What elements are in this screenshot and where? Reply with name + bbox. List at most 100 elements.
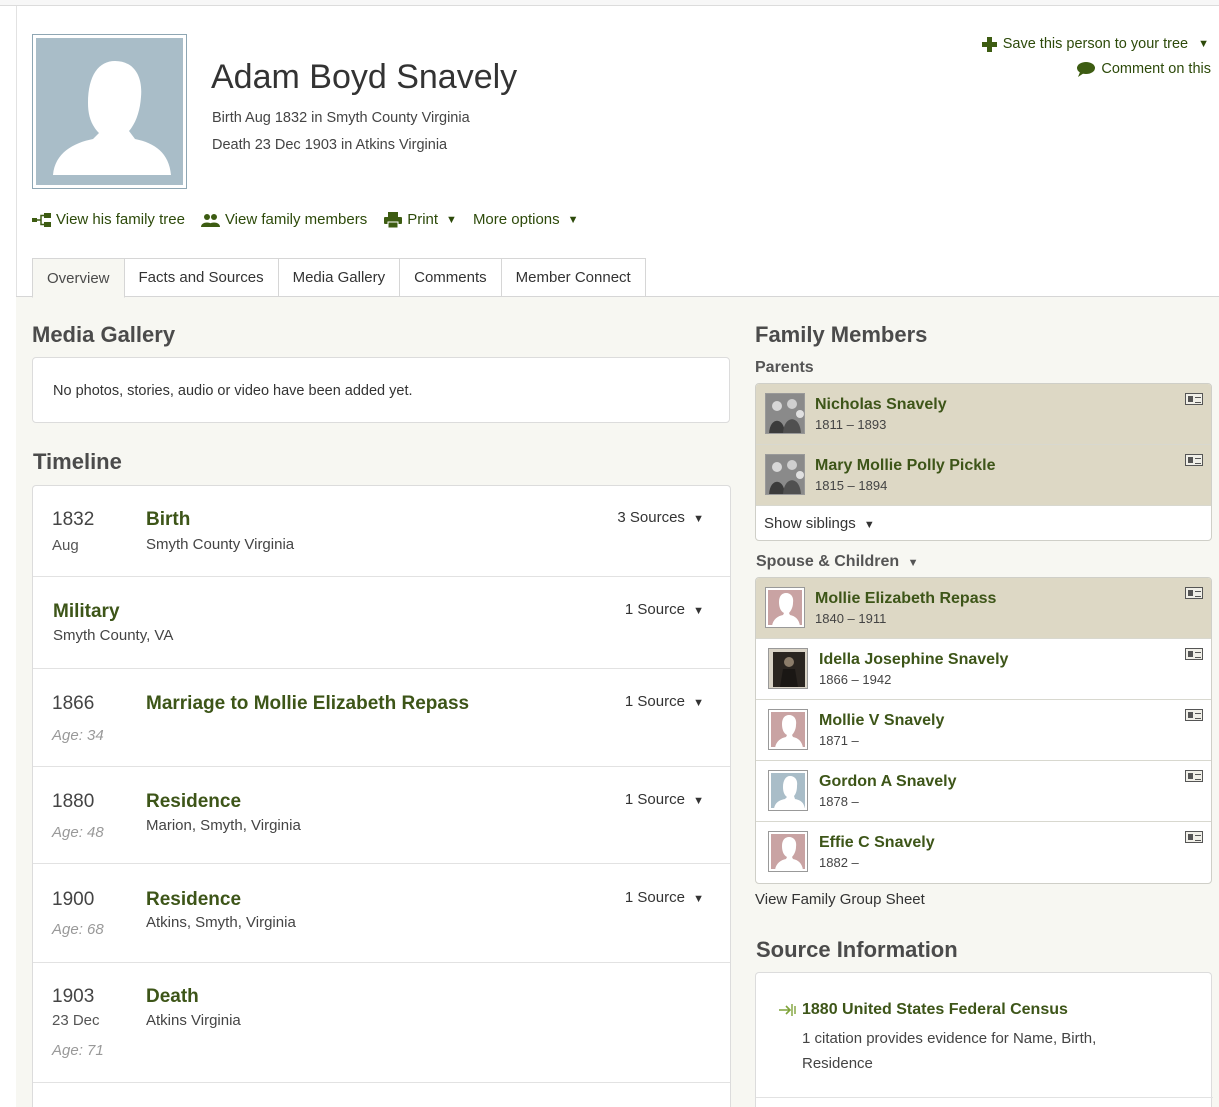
event-place: Smyth County Virginia (146, 536, 295, 553)
tab-comments[interactable]: Comments (400, 258, 502, 297)
profile-card-icon[interactable] (1185, 770, 1203, 782)
family-member-name[interactable]: Mary Mollie Polly Pickle (815, 457, 996, 475)
family-member-dates: 1871 – (819, 733, 859, 748)
family-member-row[interactable]: Gordon A Snavely 1878 – (756, 761, 1211, 822)
chevron-down-icon: ▼ (567, 213, 579, 226)
source-title: 1880 United States Federal Census (802, 1001, 1068, 1018)
event-sources-dropdown[interactable]: 1 Source ▼ (625, 791, 704, 808)
source-arrow-icon (779, 1004, 796, 1016)
timeline-row: 1880 Age: 48 Residence Marion, Smyth, Vi… (33, 767, 730, 864)
top-border (0, 0, 1219, 6)
tab-label: Facts and Sources (138, 269, 264, 286)
source-link[interactable]: 1880 United States Federal Census (778, 1001, 1068, 1019)
event-place: Atkins, Smyth, Virginia (146, 914, 296, 931)
photo-thumbnail (765, 587, 805, 628)
family-member-dates: 1840 – 1911 (815, 611, 887, 626)
family-member-name[interactable]: Idella Josephine Snavely (819, 651, 1008, 669)
portrait-photo-icon (769, 649, 807, 688)
family-member-row[interactable]: Mary Mollie Polly Pickle 1815 – 1894 (756, 445, 1211, 506)
photo-thumbnail (765, 454, 805, 495)
print-button[interactable]: Print ▼ (383, 211, 457, 228)
sources-label: 1 Source (624, 693, 685, 710)
event-sources-dropdown[interactable]: 3 Sources ▼ (617, 509, 704, 526)
sources-label: 3 Sources (617, 509, 685, 526)
event-age: Age: 68 (52, 921, 104, 938)
event-title[interactable]: Military (53, 601, 120, 623)
family-tree-icon (32, 212, 51, 227)
profile-card-icon[interactable] (1185, 648, 1203, 660)
tab-label: Media Gallery (292, 269, 386, 286)
person-birth: Birth Aug 1832 in Smyth County Virginia (212, 110, 470, 126)
tab-member-connect[interactable]: Member Connect (501, 258, 646, 297)
family-member-row[interactable]: Idella Josephine Snavely 1866 – 1942 (756, 639, 1211, 700)
more-options-button[interactable]: More options ▼ (473, 211, 579, 228)
tab-media-gallery[interactable]: Media Gallery (278, 258, 401, 297)
event-title[interactable]: Residence (146, 791, 241, 813)
timeline-row: 1832 Aug Birth Smyth County Virginia 3 S… (33, 486, 730, 577)
tab-facts-and-sources[interactable]: Facts and Sources (124, 258, 279, 297)
save-person-button[interactable]: Save this person to your tree ▼ (981, 36, 1209, 52)
family-members-icon (200, 213, 220, 227)
family-member-row[interactable]: Nicholas Snavely 1811 – 1893 (756, 384, 1211, 445)
view-family-members-link[interactable]: View family members (200, 211, 368, 228)
timeline-row: 1866 Age: 34 Marriage to Mollie Elizabet… (33, 669, 730, 767)
family-member-name[interactable]: Gordon A Snavely (819, 773, 957, 791)
event-title[interactable]: Birth (146, 509, 190, 531)
family-member-name[interactable]: Effie C Snavely (819, 834, 935, 852)
media-gallery-heading: Media Gallery (32, 322, 176, 347)
female-silhouette-icon (775, 715, 803, 748)
spouse-children-toggle[interactable]: Spouse & Children ▼ (756, 553, 918, 571)
view-family-group-sheet-link[interactable]: View Family Group Sheet (755, 891, 925, 908)
event-title[interactable]: Marriage to Mollie Elizabeth Repass (146, 693, 469, 715)
timeline-row: Military Smyth County, VA 1 Source ▼ (33, 577, 730, 669)
spouse-children-box: Mollie Elizabeth Repass 1840 – 1911 Idel… (755, 577, 1212, 884)
profile-card-icon[interactable] (1185, 454, 1203, 466)
media-empty-message: No photos, stories, audio or video have … (53, 383, 413, 399)
sources-label: 1 Source (624, 601, 685, 618)
person-avatar[interactable] (32, 34, 187, 189)
comment-button[interactable]: Comment on this (1076, 61, 1211, 77)
show-siblings-button[interactable]: Show siblings ▼ (764, 515, 875, 532)
event-title[interactable]: Death (146, 986, 199, 1008)
profile-card-icon[interactable] (1185, 587, 1203, 599)
family-member-name[interactable]: Mollie Elizabeth Repass (815, 590, 996, 608)
parents-box: Nicholas Snavely 1811 – 1893 Mary Mollie… (755, 383, 1212, 541)
event-year: 1832 (52, 509, 95, 530)
family-member-name[interactable]: Mollie V Snavely (819, 712, 944, 730)
event-sources-dropdown[interactable]: 1 Source ▼ (625, 889, 704, 906)
event-title[interactable]: Residence (146, 889, 241, 911)
tab-label: Comments (414, 269, 487, 286)
sources-label: 1 Source (624, 791, 685, 808)
female-silhouette-icon (775, 837, 803, 870)
spouse-children-label: Spouse & Children (756, 553, 900, 570)
chevron-down-icon: ▼ (693, 605, 704, 617)
event-age: Age: 48 (52, 824, 104, 841)
male-silhouette-icon (53, 61, 171, 175)
chevron-down-icon: ▼ (693, 697, 704, 709)
event-place: Smyth County, VA (53, 627, 174, 644)
source-description: 1 citation provides evidence for Name, B… (802, 1030, 1097, 1072)
chevron-down-icon: ▼ (446, 213, 457, 226)
female-silhouette-icon (772, 593, 800, 626)
family-member-row[interactable]: Effie C Snavely 1882 – (756, 822, 1211, 883)
view-family-tree-link[interactable]: View his family tree (32, 211, 185, 228)
family-member-row[interactable]: Mollie V Snavely 1871 – (756, 700, 1211, 761)
family-member-name[interactable]: Nicholas Snavely (815, 396, 947, 414)
photo-thumbnail (768, 648, 808, 689)
event-sources-dropdown[interactable]: 1 Source ▼ (625, 601, 704, 618)
tab-label: Overview (47, 269, 110, 287)
profile-card-icon[interactable] (1185, 709, 1203, 721)
family-member-row[interactable]: Mollie Elizabeth Repass 1840 – 1911 (756, 578, 1211, 639)
source-information-card: 1880 United States Federal Census 1 cita… (755, 972, 1213, 1107)
event-year: 1880 (52, 791, 95, 812)
view-family-members-label: View family members (224, 211, 368, 228)
show-siblings-label: Show siblings (764, 515, 856, 532)
family-member-dates: 1878 – (819, 794, 859, 809)
event-age: Age: 34 (52, 727, 104, 744)
tab-overview[interactable]: Overview (32, 258, 125, 298)
profile-card-icon[interactable] (1185, 831, 1203, 843)
chevron-down-icon: ▼ (693, 513, 704, 525)
event-sources-dropdown[interactable]: 1 Source ▼ (625, 693, 704, 710)
chevron-down-icon: ▼ (863, 519, 875, 531)
profile-card-icon[interactable] (1185, 393, 1203, 405)
